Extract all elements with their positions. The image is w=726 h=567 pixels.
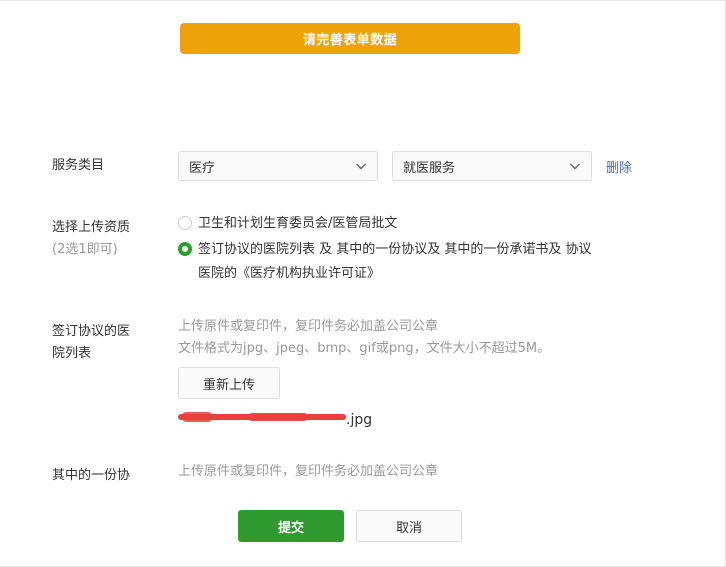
qualification-label: 选择上传资质 (2选1即可)	[52, 217, 130, 261]
hospital-list-label: 签订协议的医 院列表	[52, 321, 130, 365]
service-category-label-text: 服务类目	[52, 158, 105, 173]
hospital-list-label-line1: 签订协议的医	[52, 324, 131, 339]
form-incomplete-notice: 请完善表单数据	[180, 23, 520, 54]
redaction-mark	[178, 412, 346, 422]
qualification-option-approval-text: 卫生和计划生育委员会/医管局批文	[198, 216, 398, 231]
chevron-down-icon	[570, 163, 580, 170]
agreement-label-text: 其中的一份协	[52, 468, 131, 483]
agreement-label: 其中的一份协	[52, 465, 130, 487]
agreement-hint-text: 上传原件或复印件，复印件务必加盖公司公章	[178, 464, 439, 479]
qualification-option-line1: 签订协议的医院列表 及 其中的一份协议及 其中的一份承诺书及 协议	[198, 242, 592, 257]
qualification-option-hospital-list-text: 签订协议的医院列表 及 其中的一份协议及 其中的一份承诺书及 协议 医院的《医疗…	[198, 238, 592, 286]
hospital-list-label-line2: 院列表	[52, 346, 92, 361]
hospital-list-hint-line1: 上传原件或复印件，复印件务必加盖公司公章	[178, 319, 439, 334]
qualification-label-text: 选择上传资质	[52, 220, 131, 235]
radio-checked-icon[interactable]	[178, 242, 192, 256]
hospital-list-hint-line2: 文件格式为jpg、jpeg、bmp、gif或png，文件大小不超过5M。	[178, 341, 551, 356]
notice-text: 请完善表单数据	[302, 33, 398, 48]
agreement-hint: 上传原件或复印件，复印件务必加盖公司公章	[178, 461, 438, 483]
qualification-option-line2: 医院的《医疗机构执业许可证》	[198, 266, 381, 281]
hospital-list-hint: 上传原件或复印件，复印件务必加盖公司公章 文件格式为jpg、jpeg、bmp、g…	[178, 316, 550, 360]
qualification-sub-label: (2选1即可)	[52, 242, 118, 257]
uploaded-file-extension[interactable]: .jpg	[346, 409, 372, 431]
cancel-button[interactable]: 取消	[356, 510, 462, 542]
qualification-option-approval[interactable]: 卫生和计划生育委员会/医管局批文	[178, 212, 397, 236]
submit-button[interactable]: 提交	[238, 510, 344, 542]
category-select-value: 医疗	[189, 160, 216, 176]
form-page: 请完善表单数据 服务类目 医疗 就医服务 删除 选择上传资质 (2选1即可) 卫…	[0, 0, 726, 567]
top-divider	[0, 0, 726, 1]
qualification-option-hospital-list[interactable]: 签订协议的医院列表 及 其中的一份协议及 其中的一份承诺书及 协议 医院的《医疗…	[178, 238, 638, 286]
radio-unchecked-icon[interactable]	[178, 216, 192, 230]
reupload-button[interactable]: 重新上传	[178, 367, 280, 399]
category-select[interactable]: 医疗	[178, 151, 378, 181]
delete-link[interactable]: 删除	[606, 157, 632, 176]
chevron-down-icon	[356, 163, 366, 170]
subcategory-select[interactable]: 就医服务	[392, 151, 592, 181]
subcategory-select-value: 就医服务	[403, 160, 456, 176]
service-category-label: 服务类目	[52, 155, 104, 177]
